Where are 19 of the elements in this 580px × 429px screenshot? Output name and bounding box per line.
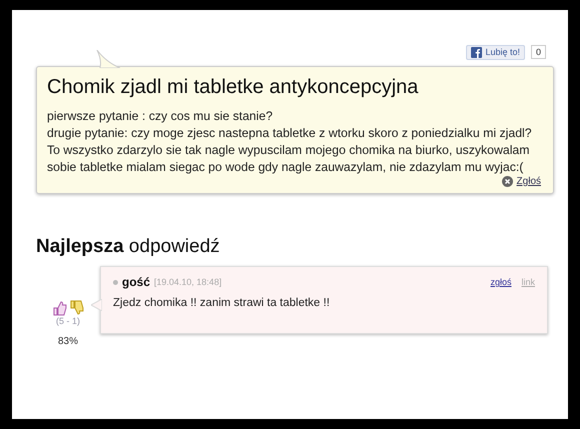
- question-title: Chomik zjadl mi tabletke antykoncepcyjna: [47, 76, 420, 99]
- report-link[interactable]: zgłoś: [490, 277, 512, 287]
- like-button[interactable]: Lubię to!: [466, 44, 525, 60]
- question-text: drugie pytanie: czy moge zjesc nastepna tabletke z wtorku skoro z poniedzialku mi zjadl?: [47, 125, 533, 142]
- like-count: 0: [530, 45, 546, 59]
- bullet-icon: [113, 280, 118, 284]
- thumbs-down-icon[interactable]: [70, 300, 84, 316]
- question-text: pierwsze pytanie : czy cos mu sie stanie?: [47, 108, 274, 125]
- vote-count: (5 - 1): [56, 316, 80, 326]
- facebook-icon: [471, 46, 482, 58]
- answer-text: Zjedz chomika !! zanim strawi ta tabletke !!: [113, 297, 331, 309]
- thumbs-up-icon[interactable]: [52, 300, 66, 316]
- author-name: gość: [122, 275, 150, 289]
- vote-percentage: 83%: [58, 336, 78, 347]
- close-icon: [502, 176, 513, 187]
- section-heading: Najlepsza odpowiedź: [36, 236, 221, 258]
- post-date: [19.04.10, 18:48]: [154, 277, 222, 287]
- report-link[interactable]: Zgłoś: [516, 176, 541, 187]
- question-text: To wszystko zdarzylo sie tak nagle wypuscilam mojego chomika na biurko, uszykowalam sobie tabletke mialam siegac po wode gdy nagle zauwazylam, nie zdazylam mu wyjac:(: [47, 142, 531, 176]
